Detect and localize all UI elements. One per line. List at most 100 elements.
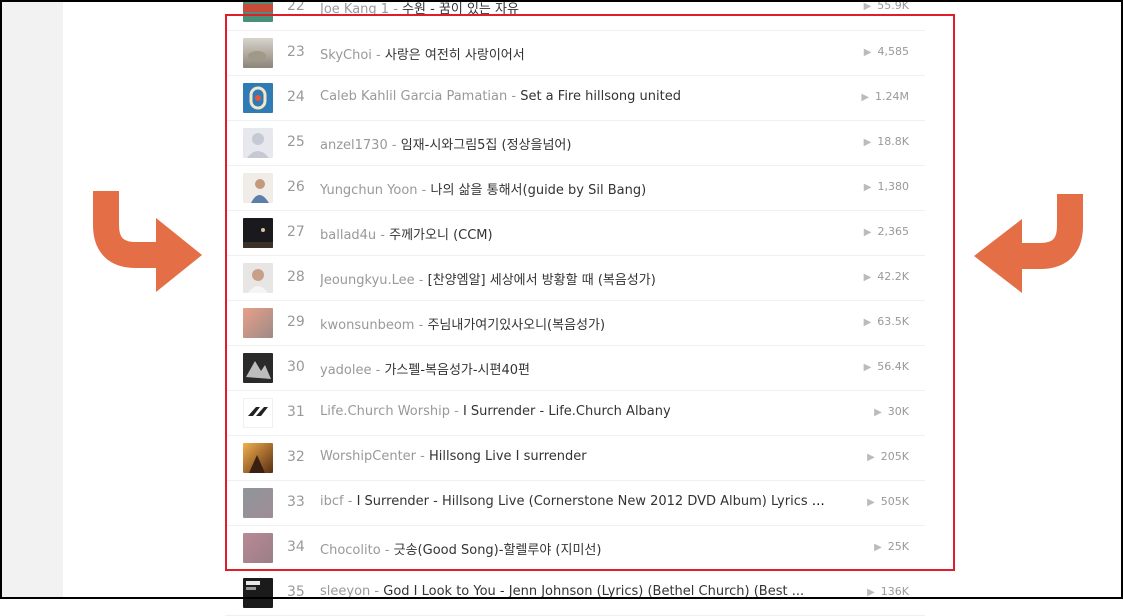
list-item[interactable]: 33 ibcf - I Surrender - Hillsong Live (C… — [225, 481, 925, 526]
track-username[interactable]: WorshipCenter — [320, 449, 416, 464]
track-username[interactable]: anzel1730 — [320, 138, 388, 153]
play-icon: ▶ — [874, 542, 882, 553]
artwork-thumbnail[interactable] — [243, 128, 273, 158]
artwork-thumbnail[interactable] — [243, 533, 273, 563]
artwork-thumbnail[interactable] — [243, 263, 273, 293]
play-icon: ▶ — [874, 407, 882, 418]
list-item[interactable]: 30 yadolee - 가스펠-복음성가-시편40편 ▶ 56.4K — [225, 346, 925, 391]
play-icon: ▶ — [867, 587, 875, 598]
artwork-thumbnail[interactable] — [243, 353, 273, 383]
track-title[interactable]: [찬양엠알] 세상에서 방황할 때 (복음성가) — [428, 273, 656, 288]
left-margin — [0, 0, 63, 599]
play-count: ▶ 56.4K — [863, 360, 909, 373]
play-icon: ▶ — [863, 227, 872, 238]
track-title[interactable]: 임재-시와그림5집 (정상을넘어) — [401, 138, 572, 153]
play-icon: ▶ — [863, 1, 872, 12]
curved-arrow-left-icon — [974, 194, 1083, 293]
track-rank: 23 — [287, 44, 305, 60]
track-username[interactable]: Chocolito — [320, 543, 381, 558]
track-username[interactable]: yadolee — [320, 363, 371, 378]
track-rank: 22 — [287, 0, 305, 14]
play-icon: ▶ — [863, 362, 872, 373]
artwork-thumbnail[interactable] — [243, 38, 273, 68]
track-title[interactable]: Hillsong Live I surrender — [429, 449, 587, 464]
track-title[interactable]: 주께가오니 (CCM) — [389, 228, 492, 243]
artwork-thumbnail[interactable] — [243, 308, 273, 338]
list-item[interactable]: 27 ballad4u - 주께가오니 (CCM) ▶ 2,365 — [225, 211, 925, 256]
list-item[interactable]: 24 Caleb Kahlil Garcia Pamatian - Set a … — [225, 76, 925, 121]
track-username[interactable]: Caleb Kahlil Garcia Pamatian — [320, 89, 507, 104]
track-rank: 30 — [287, 359, 305, 375]
play-count: ▶ 505K — [867, 495, 909, 508]
track-rank: 32 — [287, 449, 305, 465]
track-title[interactable]: Set a Fire hillsong united — [520, 89, 681, 104]
play-icon: ▶ — [867, 452, 875, 463]
track-title[interactable]: I Surrender - Hillsong Live (Cornerstone… — [357, 494, 825, 509]
track-title[interactable]: 가스펠-복음성가-시편40편 — [384, 363, 530, 378]
artwork-thumbnail[interactable] — [243, 398, 273, 428]
track-title[interactable]: God I Look to You - Jenn Johnson (Lyrics… — [383, 584, 804, 599]
play-count: ▶ 25K — [874, 540, 909, 553]
play-icon: ▶ — [863, 272, 872, 283]
play-count: ▶ 1,380 — [863, 180, 909, 193]
track-username[interactable]: Jeoungkyu.Lee — [320, 273, 415, 288]
play-count: ▶ 4,585 — [863, 45, 909, 58]
play-icon: ▶ — [863, 47, 872, 58]
artwork-thumbnail[interactable] — [243, 218, 273, 248]
track-title[interactable]: 긋송(Good Song)-할렐루야 (지미선) — [394, 543, 602, 558]
list-item[interactable]: 31 Life.Church Worship - I Surrender - L… — [225, 391, 925, 436]
list-item[interactable]: 26 Yungchun Yoon - 나의 삶을 통해서(guide by Si… — [225, 166, 925, 211]
play-count: ▶ 63.5K — [863, 315, 909, 328]
artwork-thumbnail[interactable] — [243, 488, 273, 518]
track-username[interactable]: ibcf — [320, 494, 344, 509]
track-rank: 26 — [287, 179, 305, 195]
track-rank: 35 — [287, 584, 305, 600]
play-count: ▶ 55.9K — [863, 0, 909, 12]
play-count: ▶ 205K — [867, 450, 909, 463]
play-icon: ▶ — [863, 317, 872, 328]
track-username[interactable]: Joe Kang 1 — [320, 2, 389, 17]
track-rank: 25 — [287, 134, 305, 150]
track-rank: 28 — [287, 269, 305, 285]
play-count: ▶ 42.2K — [863, 270, 909, 283]
play-count: ▶ 1.24M — [861, 90, 909, 103]
artwork-thumbnail[interactable] — [243, 0, 273, 22]
track-rank: 27 — [287, 224, 305, 240]
list-item[interactable]: 28 Jeoungkyu.Lee - [찬양엠알] 세상에서 방황할 때 (복음… — [225, 256, 925, 301]
track-title[interactable]: 수원 - 꿈이 있는 자유 — [402, 2, 519, 17]
play-count: ▶ 2,365 — [863, 225, 909, 238]
artwork-thumbnail[interactable] — [243, 443, 273, 473]
play-icon: ▶ — [863, 182, 872, 193]
list-item[interactable]: 32 WorshipCenter - Hillsong Live I surre… — [225, 436, 925, 481]
track-rank: 24 — [287, 89, 305, 105]
list-item[interactable]: 35 sleeyon - God I Look to You - Jenn Jo… — [225, 571, 925, 616]
track-username[interactable]: sleeyon — [320, 584, 370, 599]
artwork-thumbnail[interactable] — [243, 578, 273, 608]
track-rank: 31 — [287, 404, 305, 420]
play-icon: ▶ — [867, 497, 875, 508]
play-count: ▶ 136K — [867, 585, 909, 598]
track-rank: 33 — [287, 494, 305, 510]
track-username[interactable]: kwonsunbeom — [320, 318, 414, 333]
track-username[interactable]: SkyChoi — [320, 48, 372, 63]
artwork-thumbnail[interactable] — [243, 83, 273, 113]
track-username[interactable]: Yungchun Yoon — [320, 183, 418, 198]
play-icon: ▶ — [861, 92, 870, 103]
track-rank: 34 — [287, 539, 305, 555]
artwork-thumbnail[interactable] — [243, 173, 273, 203]
track-username[interactable]: Life.Church Worship — [320, 404, 450, 419]
play-icon: ▶ — [863, 137, 872, 148]
play-count: ▶ 18.8K — [863, 135, 909, 148]
list-item[interactable]: 23 SkyChoi - 사랑은 여전히 사랑이어서 ▶ 4,585 — [225, 31, 925, 76]
list-item[interactable]: 34 Chocolito - 긋송(Good Song)-할렐루야 (지미선) … — [225, 526, 925, 571]
list-item[interactable]: 29 kwonsunbeom - 주님내가여기있사오니(복음성가) ▶ 63.5K — [225, 301, 925, 346]
list-item[interactable]: 25 anzel1730 - 임재-시와그림5집 (정상을넘어) ▶ 18.8K — [225, 121, 925, 166]
track-title[interactable]: 나의 삶을 통해서(guide by Sil Bang) — [431, 183, 647, 198]
track-rank: 29 — [287, 314, 305, 330]
track-title[interactable]: I Surrender - Life.Church Albany — [463, 404, 671, 419]
play-count: ▶ 30K — [874, 405, 909, 418]
track-title[interactable]: 주님내가여기있사오니(복음성가) — [427, 318, 605, 333]
list-item[interactable]: 22 Joe Kang 1 - 수원 - 꿈이 있는 자유 ▶ 55.9K — [225, 0, 925, 31]
track-title[interactable]: 사랑은 여전히 사랑이어서 — [385, 48, 525, 63]
track-username[interactable]: ballad4u — [320, 228, 376, 243]
